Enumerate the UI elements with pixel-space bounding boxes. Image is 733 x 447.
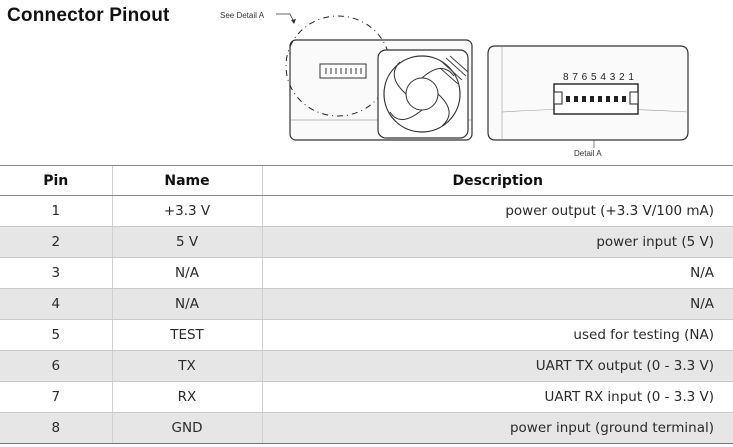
pinout-table: Pin Name Description 1 +3.3 V power outp… [0, 165, 733, 444]
table-row: 3 N/A N/A [0, 257, 733, 289]
description-cell: power output (+3.3 V/100 mA) [261, 195, 733, 227]
table-row: 6 TX UART TX output (0 - 3.3 V) [0, 350, 733, 382]
pin-number-labels: 8 7 6 5 4 3 2 1 [563, 72, 634, 83]
connector-diagram: See Detail A 8 7 6 5 4 3 2 1 Detail A [220, 11, 689, 158]
name-cell: TX [111, 350, 262, 382]
description-cell: UART TX output (0 - 3.3 V) [261, 350, 733, 382]
pin-cell: 3 [0, 257, 112, 289]
table-row: 5 TEST used for testing (NA) [0, 319, 733, 351]
table-header-row: Pin Name Description [0, 165, 733, 196]
header-description: Description [261, 165, 733, 196]
description-cell: N/A [261, 257, 733, 289]
detail-a-caption: Detail A [574, 149, 602, 158]
table-row: 4 N/A N/A [0, 288, 733, 320]
header-name: Name [111, 165, 262, 196]
name-cell: 5 V [111, 226, 262, 258]
name-cell: +3.3 V [111, 195, 262, 227]
pin-cell: 8 [0, 412, 112, 444]
detail-callout-label: See Detail A [220, 11, 265, 20]
fan-icon [377, 49, 469, 139]
callout-arrow [276, 13, 295, 23]
name-cell: N/A [111, 257, 262, 289]
pin-cell: 5 [0, 319, 112, 351]
pin-cell: 1 [0, 195, 112, 227]
pin-cell: 4 [0, 288, 112, 320]
table-row: 8 GND power input (ground terminal) [0, 412, 733, 444]
name-cell: GND [111, 412, 262, 444]
description-cell: power input (ground terminal) [261, 412, 733, 444]
name-cell: N/A [111, 288, 262, 320]
name-cell: RX [111, 381, 262, 413]
header-pin: Pin [0, 165, 112, 196]
description-cell: UART RX input (0 - 3.3 V) [261, 381, 733, 413]
name-cell: TEST [111, 319, 262, 351]
callout-arrowhead [291, 19, 296, 24]
page-title: Connector Pinout [7, 5, 170, 26]
pin-cell: 6 [0, 350, 112, 382]
table-row: 7 RX UART RX input (0 - 3.3 V) [0, 381, 733, 413]
description-cell: used for testing (NA) [261, 319, 733, 351]
table-row: 2 5 V power input (5 V) [0, 226, 733, 258]
table-row: 1 +3.3 V power output (+3.3 V/100 mA) [0, 195, 733, 227]
pin-cell: 2 [0, 226, 112, 258]
description-cell: power input (5 V) [261, 226, 733, 258]
detail-a-view: 8 7 6 5 4 3 2 1 Detail A [487, 45, 689, 158]
pin-cell: 7 [0, 381, 112, 413]
description-cell: N/A [261, 288, 733, 320]
